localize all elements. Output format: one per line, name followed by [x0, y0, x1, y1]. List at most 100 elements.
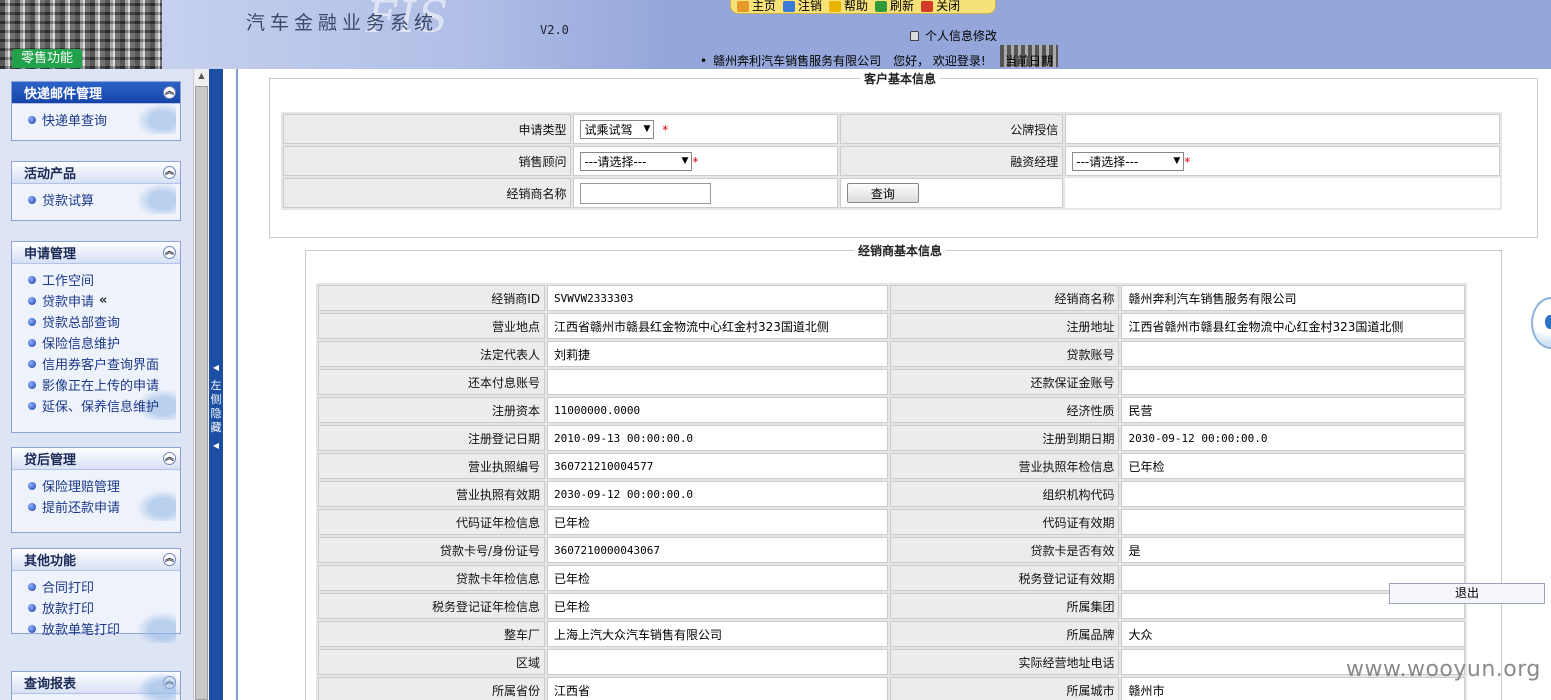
collapse-icon[interactable]: ︽ [163, 86, 176, 99]
apply-type-value: 试乘试驾 [584, 122, 633, 137]
welcome-text: 您好， 欢迎登录! [893, 54, 986, 68]
bullet-icon [28, 582, 36, 591]
sidebar-toggle-bar[interactable]: ◀ 左侧隐藏 ◀ [209, 69, 223, 700]
sidebar-nav-label: 贷款总部查询 [42, 316, 121, 331]
dealer-field-value: 民营 [1121, 397, 1465, 423]
scroll-up-arrow-icon[interactable]: ▲ [194, 71, 209, 85]
collapse-icon[interactable]: ︽ [163, 166, 176, 179]
sidebar-nav-item[interactable]: 放款打印 [28, 597, 180, 618]
table-row: 营业地点 江西省赣州市赣县红金物流中心红金村323国道北侧 注册地址 江西省赣州市赣县… [318, 313, 1465, 339]
sidebar-nav-item[interactable]: 放款单笔打印 [28, 618, 180, 639]
dealer-name-input[interactable] [580, 182, 712, 204]
dealer-field-value: 3607210000043067 [546, 537, 889, 563]
hide-sidebar-toggle[interactable]: ◀ 左侧隐藏 ◀ [209, 361, 223, 453]
sidebar: 快递邮件管理 ︽ 快递单查询 活动产品 ︽ 贷款试算 申请管理 ︽ 工作空间 贷款申请 « 贷款总部查… [0, 69, 193, 700]
dealer-field-value: 是 [1121, 537, 1465, 563]
toggle-left-arrow-icon: ◀ [212, 363, 220, 372]
dealer-field-value: 江西省赣州市赣县红金物流中心红金村323国道北侧 [546, 313, 889, 339]
top-toolbar: 主页 注销 帮助 刷新 关闭 [730, 0, 996, 14]
app-title: 汽车金融业务系统 [246, 12, 439, 34]
dealer-field-value: 360721210004577 [546, 453, 889, 479]
sidebar-scrollbar[interactable]: ▲ [193, 69, 209, 700]
sidebar-panel: 快递邮件管理 ︽ 快递单查询 [11, 81, 181, 141]
dealer-field-value: 江西省 [546, 677, 889, 700]
sidebar-nav-label: 放款打印 [42, 602, 95, 617]
toolbar-label: 刷新 [890, 0, 915, 13]
toolbar-refresh-button[interactable]: 刷新 [875, 0, 914, 13]
dealer-field-value: 已年检 [546, 509, 889, 535]
logout-button[interactable]: 退出 [1389, 583, 1545, 604]
toolbar-home-button[interactable]: 主页 [737, 0, 776, 13]
brand-credit-value [1065, 114, 1500, 144]
sidebar-nav-item[interactable]: 贷款总部查询 [28, 311, 180, 332]
chevron-down-icon: ▼ [681, 156, 689, 166]
sidebar-nav-item[interactable]: 合同打印 [28, 576, 180, 597]
sidebar-nav-label: 保险理赔管理 [42, 480, 121, 495]
dealer-field-value: 上海上汽大众汽车销售有限公司 [546, 621, 889, 647]
sidebar-nav-item[interactable]: 影像正在上传的申请 [28, 374, 180, 395]
apply-type-cell: 试乘试驾 ▼ * [573, 114, 838, 144]
dealer-field-label: 注册到期日期 [890, 425, 1120, 451]
watermark: www.wooyun.org [1346, 657, 1541, 682]
profile-edit-link[interactable]: 个人信息修改 [910, 27, 997, 44]
sidebar-nav-item[interactable]: 保险理赔管理 [28, 475, 180, 496]
dealer-field-label: 贷款卡号/身份证号 [318, 537, 545, 563]
table-row: 法定代表人 刘莉捷 贷款账号 [318, 341, 1465, 367]
sidebar-panel-header[interactable]: 申请管理 ︽ [12, 242, 180, 264]
sidebar-panel-body: 保险理赔管理 提前还款申请 [12, 470, 180, 525]
sidebar-nav-label: 提前还款申请 [42, 501, 121, 516]
sidebar-nav-item[interactable]: 工作空间 [28, 269, 180, 290]
main-content: 客户基本信息 申请类型 试乘试驾 ▼ * 公牌授信 销售顾问 ---请选择---… [238, 69, 1551, 700]
query-button[interactable]: 查询 [846, 183, 919, 203]
collapse-icon[interactable]: ︽ [163, 246, 176, 259]
bullet-icon [28, 115, 36, 124]
sidebar-nav-item[interactable]: 延保、保养信息维护 [28, 395, 180, 416]
dealer-field-label: 代码证有效期 [890, 509, 1120, 535]
lock-icon [910, 30, 919, 41]
toolbar-close-button[interactable]: 关闭 [921, 0, 960, 13]
sidebar-panel-body: 快递单查询 [12, 100, 180, 138]
retail-function-tab[interactable]: 零售功能 [12, 49, 82, 68]
sidebar-panel-title: 申请管理 [24, 247, 77, 262]
sidebar-panel-title: 贷后管理 [24, 453, 77, 468]
sidebar-panel-title: 查询报表 [24, 677, 77, 692]
toolbar-logout-button[interactable]: 注销 [783, 0, 822, 13]
dealer-field-label: 税务登记证年检信息 [318, 593, 545, 619]
finance-manager-select[interactable]: ---请选择--- ▼ [1072, 151, 1185, 171]
sales-advisor-select[interactable]: ---请选择--- ▼ [580, 151, 693, 171]
collapse-icon[interactable]: ︽ [163, 553, 176, 566]
scroll-thumb[interactable] [195, 86, 208, 700]
sidebar-nav-item[interactable]: 信用券客户查询界面 [28, 353, 180, 374]
dealer-field-label: 营业执照年检信息 [890, 453, 1120, 479]
sidebar-panel-header[interactable]: 贷后管理 ︽ [12, 448, 180, 470]
required-mark: * [692, 154, 699, 169]
collapse-icon[interactable]: ︽ [163, 452, 176, 465]
apply-type-select[interactable]: 试乘试驾 ▼ [580, 119, 655, 139]
sidebar-panel-header[interactable]: 其他功能 ︽ [12, 549, 180, 571]
brand-credit-label: 公牌授信 [839, 114, 1064, 144]
table-row: 还本付息账号 还款保证金账号 [318, 369, 1465, 395]
dealer-field-label: 组织机构代码 [890, 481, 1120, 507]
customer-form-table: 申请类型 试乘试驾 ▼ * 公牌授信 销售顾问 ---请选择--- ▼ * 融资… [281, 112, 1502, 210]
sidebar-nav-item[interactable]: 提前还款申请 [28, 496, 180, 517]
sidebar-nav-label: 放款单笔打印 [42, 623, 121, 638]
dealer-field-value: 2030-09-12 00:00:00.0 [546, 481, 889, 507]
dealer-field-label: 区域 [318, 649, 545, 675]
sidebar-panel-title: 其他功能 [24, 554, 77, 569]
dealer-name-label: 经销商名称 [283, 178, 572, 208]
refresh-icon [875, 1, 888, 12]
sidebar-nav-item[interactable]: 保险信息维护 [28, 332, 180, 353]
sidebar-panel-body [12, 669, 180, 700]
bullet-icon [28, 624, 36, 633]
sidebar-nav-item[interactable]: 贷款试算 [28, 189, 180, 210]
dealer-field-label: 注册登记日期 [318, 425, 545, 451]
dealer-field-label: 经销商ID [318, 285, 545, 311]
sidebar-nav-item[interactable]: 贷款申请 « [28, 290, 180, 311]
dealer-field-label: 所属集团 [890, 593, 1120, 619]
toolbar-help-button[interactable]: 帮助 [829, 0, 868, 13]
table-row: 代码证年检信息 已年检 代码证有效期 [318, 509, 1465, 535]
sales-advisor-cell: ---请选择--- ▼ * [573, 146, 838, 176]
table-row: 经销商ID SVWVW2333303 经销商名称 赣州奔利汽车销售服务有限公司 [318, 285, 1465, 311]
sidebar-nav-item[interactable]: 快递单查询 [28, 109, 180, 130]
toolbar-label: 注销 [798, 0, 823, 13]
